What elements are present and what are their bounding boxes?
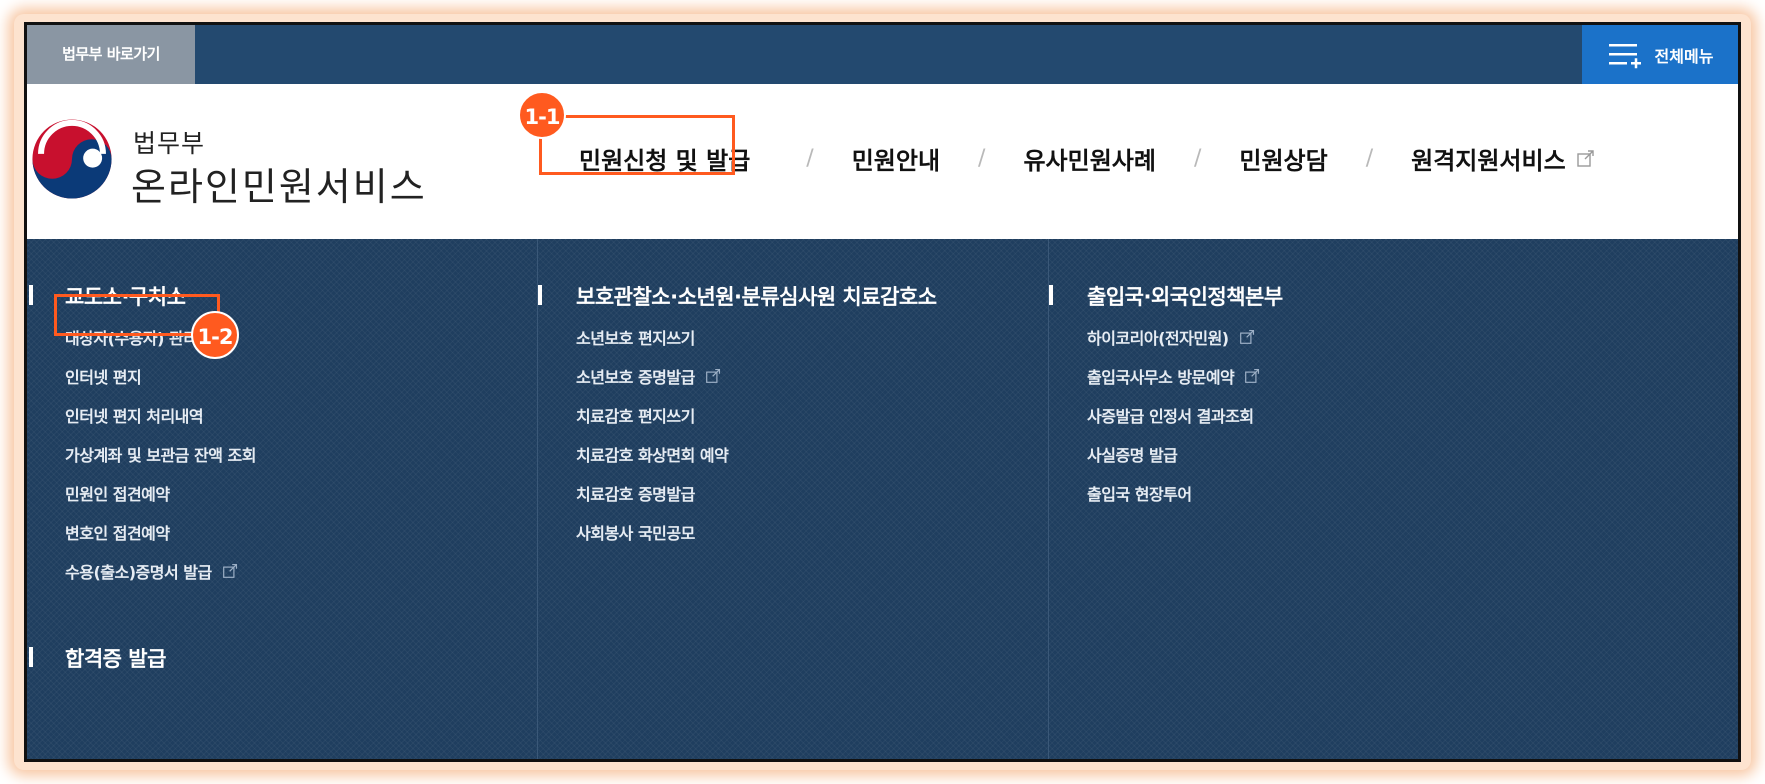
gnb-item-consultation[interactable]: 민원상담 <box>1239 141 1327 176</box>
menu-link-label: 소년보호 증명발급 <box>576 367 695 387</box>
external-link-icon <box>222 563 237 578</box>
menu-link-community-service[interactable]: 사회봉사 국민공모 <box>576 512 728 551</box>
external-link-icon <box>1239 329 1254 344</box>
title-bar-marker <box>29 285 33 305</box>
external-link-icon <box>705 368 720 383</box>
menu-link-juvenile-letter[interactable]: 소년보호 편지쓰기 <box>576 317 728 356</box>
step-badge-1-2: 1-2 <box>191 311 239 359</box>
menu-link-label: 수용(출소)증명서 발급 <box>65 562 212 582</box>
menu-link-hikorea[interactable]: 하이코리아(전자민원) <box>1087 317 1261 356</box>
external-link-icon <box>1576 150 1594 167</box>
title-bar-marker <box>1049 285 1053 305</box>
ministry-shortcut-link[interactable]: 법무부 바로가기 <box>27 25 195 84</box>
menu-column-immigration: 출입국·외국인정책본부 하이코리아(전자민원) 출입국사무소 방문예약 사증발급… <box>1049 239 1738 759</box>
gnb-separator: / <box>806 145 814 171</box>
menu-link-immigration-tour[interactable]: 출입국 현장투어 <box>1087 473 1261 512</box>
menu-column-probation: 보호관찰소·소년원·분류심사원 치료감호소 소년보호 편지쓰기 소년보호 증명발… <box>538 239 1048 759</box>
column-title: 보호관찰소·소년원·분류심사원 치료감호소 <box>576 285 937 309</box>
menu-link-treatment-certificate[interactable]: 치료감호 증명발급 <box>576 473 728 512</box>
gnb-item-guide[interactable]: 민원안내 <box>852 141 940 176</box>
external-link-icon <box>1245 368 1260 383</box>
menu-link-release-certificate[interactable]: 수용(출소)증명서 발급 <box>65 551 256 590</box>
gnb-item-similar-cases[interactable]: 유사민원사례 <box>1023 141 1155 176</box>
gnb-separator: / <box>1365 145 1374 171</box>
column-title: 출입국·외국인정책본부 <box>1087 285 1283 309</box>
title-bar-marker <box>29 647 33 667</box>
top-utility-bar: 법무부 바로가기 전체메뉴 <box>27 25 1738 84</box>
all-menu-button[interactable]: 전체메뉴 <box>1582 25 1738 84</box>
menu-link-immigration-visit[interactable]: 출입국사무소 방문예약 <box>1087 356 1261 395</box>
all-menu-label: 전체메뉴 <box>1654 46 1714 66</box>
menu-link-juvenile-certificate[interactable]: 소년보호 증명발급 <box>576 356 728 395</box>
logo-service-name[interactable]: 온라인민원서비스 <box>131 156 427 211</box>
title-bar-marker <box>538 285 542 305</box>
site-header: 법무부 온라인민원서비스 민원신청 및 발급 / 민원안내 / 유사민원사례 /… <box>27 84 1738 239</box>
gnb-separator: / <box>978 145 986 171</box>
menu-link-list: 소년보호 편지쓰기 소년보호 증명발급 치료감호 편지쓰기 치료감호 화상면회 … <box>576 317 729 551</box>
logo-ministry-name[interactable]: 법무부 <box>133 124 205 160</box>
menu-link-list: 대상자(수용자) 관리 인터넷 편지 인터넷 편지 처리내역 가상계좌 및 보관… <box>65 317 256 590</box>
menu-link-account-balance[interactable]: 가상계좌 및 보관금 잔액 조회 <box>65 434 256 473</box>
menu-plus-icon <box>1608 43 1641 68</box>
gnb-item-remote-support[interactable]: 원격지원서비스 <box>1411 141 1596 176</box>
mega-menu-panel: 교도소·구치소 대상자(수용자) 관리 인터넷 편지 인터넷 편지 처리내역 가… <box>27 239 1738 759</box>
gnb-item-remote-support-label: 원격지원서비스 <box>1411 146 1566 175</box>
menu-link-lawyer-reservation[interactable]: 변호인 접견예약 <box>65 512 256 551</box>
gnb-separator: / <box>1193 145 1202 171</box>
menu-link-letter-history[interactable]: 인터넷 편지 처리내역 <box>65 395 256 434</box>
menu-link-treatment-letter[interactable]: 치료감호 편지쓰기 <box>576 395 728 434</box>
menu-link-visa-result[interactable]: 사증발급 인정서 결과조회 <box>1087 395 1261 434</box>
menu-link-label: 하이코리아(전자민원) <box>1087 328 1229 348</box>
menu-link-treatment-video-visit[interactable]: 치료감호 화상면회 예약 <box>576 434 729 473</box>
menu-link-label: 출입국사무소 방문예약 <box>1087 367 1235 387</box>
highlight-box-gnb <box>539 115 735 175</box>
menu-link-internet-letter[interactable]: 인터넷 편지 <box>65 356 256 395</box>
menu-link-list: 하이코리아(전자민원) 출입국사무소 방문예약 사증발급 인정서 결과조회 사실… <box>1087 317 1261 512</box>
column-subtitle: 합격증 발급 <box>65 647 166 671</box>
menu-link-visitor-reservation[interactable]: 민원인 접견예약 <box>65 473 256 512</box>
taegeuk-emblem-icon[interactable] <box>29 116 115 202</box>
step-badge-1-1: 1-1 <box>518 91 566 139</box>
menu-link-fact-certificate[interactable]: 사실증명 발급 <box>1087 434 1261 473</box>
browser-viewport: 법무부 바로가기 전체메뉴 법무부 온라인민원서비스 민원신청 및 발급 / 민… <box>24 22 1741 762</box>
